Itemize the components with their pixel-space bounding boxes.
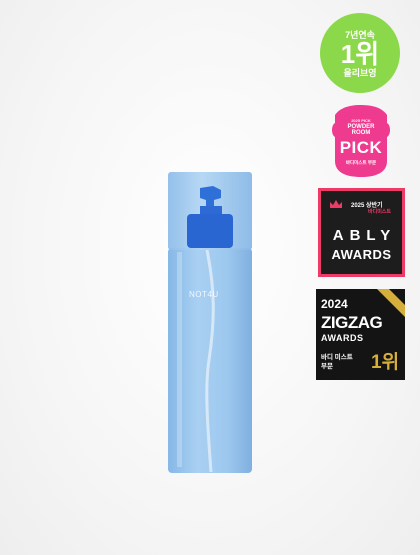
body-mist-bottle: NOT4U <box>165 170 255 475</box>
zigzag-badge-year: 2024 <box>321 297 348 311</box>
zigzag-badge-category-line2: 부문 <box>321 363 333 370</box>
pump-neck <box>200 206 222 214</box>
product-image-stage: NOT4U 7년연속 1위 올리브영 2025 PICK POWDER ROOM… <box>0 0 420 555</box>
ably-badge-awards: AWARDS <box>331 247 392 262</box>
ably-awards-badge: 2025 상반기 바디미스트 ABLY AWARDS <box>318 188 405 277</box>
zigzag-badge-rank: 1위 <box>371 352 400 373</box>
bottle-brand-label: NOT4U <box>189 290 219 299</box>
pick-badge-category: 바디미스트 부문 <box>345 160 377 165</box>
zigzag-awards-badge: 2024 ZIGZAG AWARDS 바디 미스트 부문 1위 <box>316 289 405 380</box>
zigzag-badge-awards: AWARDS <box>321 333 364 343</box>
pick-badge-year: 2025 PICK <box>351 118 371 123</box>
olive-young-rank-badge: 7년연속 1위 올리브영 <box>320 13 400 93</box>
powder-room-pick-badge: 2025 PICK POWDER ROOM PICK 바디미스트 부문 <box>329 103 393 179</box>
rank-badge-big-text: 1위 <box>340 39 380 69</box>
crown-icon <box>330 200 342 208</box>
bottle-illustration <box>168 172 252 473</box>
pick-badge-line2: ROOM <box>351 130 371 136</box>
rank-badge-bottom-text: 올리브영 <box>343 68 377 78</box>
zigzag-badge-brand: ZIGZAG <box>321 313 383 332</box>
pick-badge-title: PICK <box>339 138 383 157</box>
ably-badge-brand: ABLY <box>332 227 397 244</box>
ably-badge-category: 바디미스트 <box>368 209 392 215</box>
pump-collar <box>187 214 233 248</box>
